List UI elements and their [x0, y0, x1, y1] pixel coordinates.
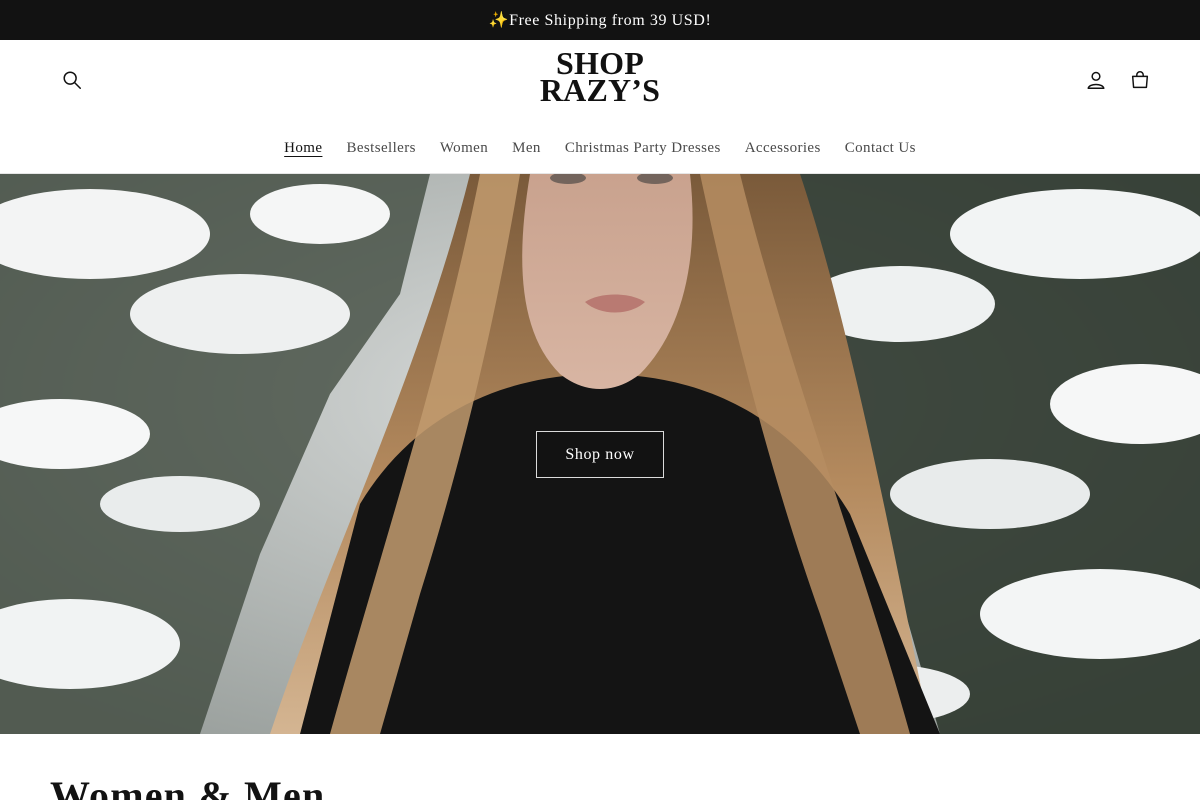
site-header: SHOP RAZY’S Home Bestsellers Women Men C…: [0, 40, 1200, 174]
account-icon: [1087, 71, 1105, 89]
site-logo[interactable]: SHOP RAZY’S: [520, 47, 680, 112]
nav-item-accessories[interactable]: Accessories: [745, 140, 821, 157]
shop-now-button[interactable]: Shop now: [536, 431, 664, 478]
hero-banner: Shop now: [0, 174, 1200, 734]
nav-item-women[interactable]: Women: [440, 140, 488, 157]
account-button[interactable]: [1074, 58, 1118, 102]
section-heading: Women & Men: [50, 773, 326, 800]
announcement-bar: ✨Free Shipping from 39 USD!: [0, 0, 1200, 40]
nav-item-home[interactable]: Home: [284, 140, 322, 157]
main-nav: Home Bestsellers Women Men Christmas Par…: [0, 135, 1200, 161]
search-icon: [63, 71, 81, 89]
nav-item-men[interactable]: Men: [512, 140, 541, 157]
cart-button[interactable]: [1118, 58, 1162, 102]
nav-item-christmas-party-dresses[interactable]: Christmas Party Dresses: [565, 140, 721, 157]
nav-item-contact-us[interactable]: Contact Us: [845, 140, 916, 157]
cart-icon: [1131, 71, 1149, 89]
search-button[interactable]: [50, 58, 94, 102]
announcement-text: ✨Free Shipping from 39 USD!: [488, 12, 712, 29]
logo-line-2: RAZY’S: [539, 72, 661, 108]
nav-item-bestsellers[interactable]: Bestsellers: [346, 140, 415, 157]
